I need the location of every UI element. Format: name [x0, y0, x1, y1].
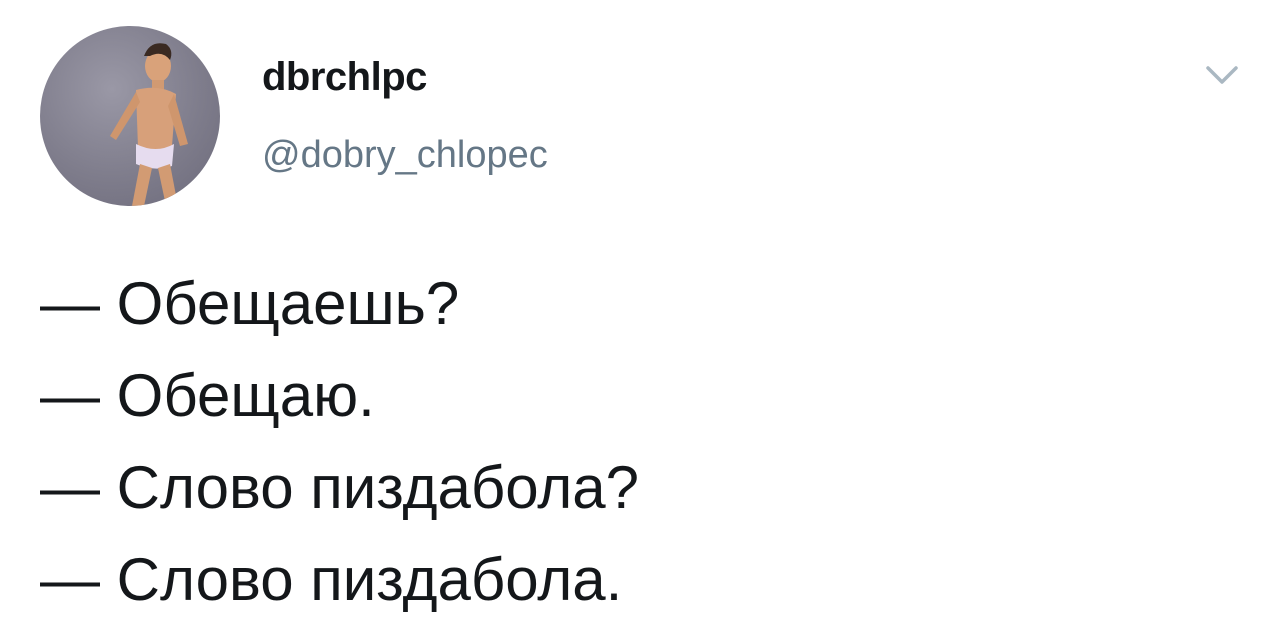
tweet-line: — Слово пиздабола? — [40, 454, 640, 521]
tweet-text: — Обещаешь? — Обещаю. — Слово пиздабола?… — [40, 258, 1240, 626]
tweet-line: — Слово пиздабола. — [40, 546, 623, 613]
tweet-line: — Обещаешь? — [40, 270, 460, 337]
chevron-down-icon[interactable] — [1200, 58, 1244, 94]
tweet-card: dbrchlpc @dobry_chlopec — Обещаешь? — Об… — [0, 0, 1280, 644]
user-handle[interactable]: @dobry_chlopec — [262, 132, 548, 178]
tweet-line: — Обещаю. — [40, 362, 375, 429]
avatar[interactable] — [40, 26, 220, 206]
display-name[interactable]: dbrchlpc — [262, 53, 427, 101]
avatar-image — [110, 43, 188, 206]
